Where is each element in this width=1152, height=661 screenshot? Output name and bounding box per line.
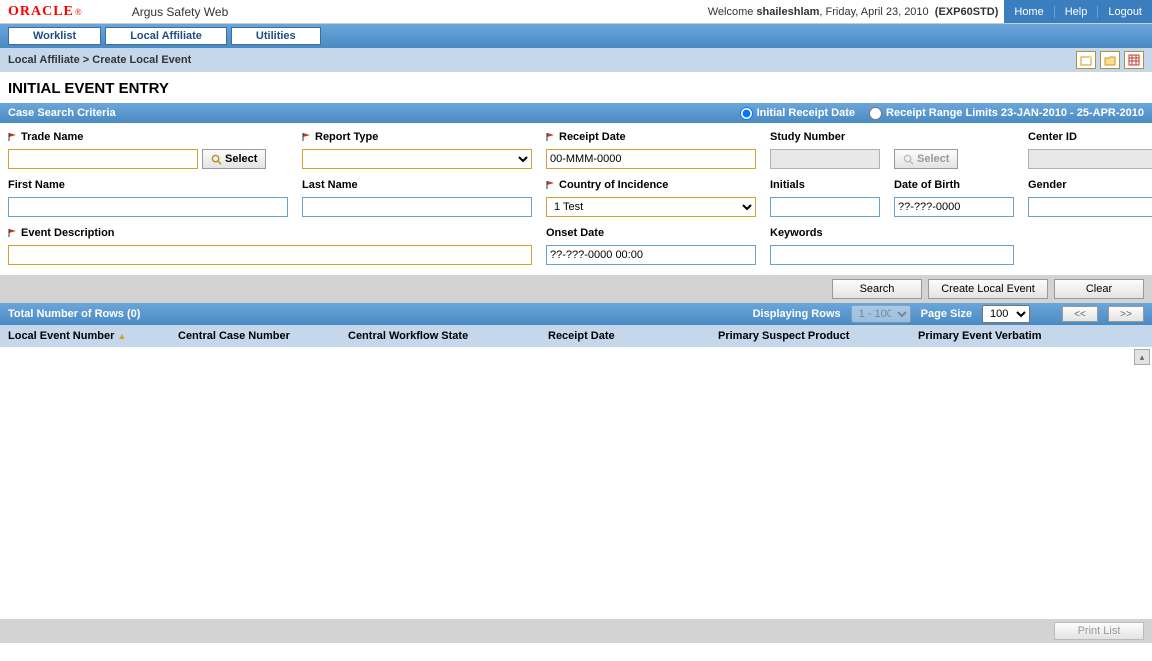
label-dob: Date of Birth [894,179,1014,191]
label-center-id: Center ID [1028,131,1152,143]
label-last-name: Last Name [302,179,532,191]
radio-initial-label: Initial Receipt Date [757,107,855,119]
help-link[interactable]: Help [1055,6,1099,18]
trade-name-select-button[interactable]: Select [202,149,266,169]
total-rows-label: Total Number of Rows (0) [8,308,140,320]
first-name-input[interactable] [8,197,288,217]
label-first-name: First Name [8,179,288,191]
col-receipt-date[interactable]: Receipt Date [548,330,718,342]
flag-icon [546,132,556,142]
open-icon[interactable] [1100,51,1120,69]
pager-prev-button[interactable]: << [1062,306,1098,322]
clear-button[interactable]: Clear [1054,279,1144,299]
tab-worklist[interactable]: Worklist [8,27,101,45]
footer-bar: Print List [0,619,1152,643]
displaying-rows-select: 1 - 100 [851,305,911,323]
oracle-text: ORACLE [8,4,74,20]
new-icon[interactable] [1076,51,1096,69]
sort-asc-icon: ▲ [117,331,126,341]
onset-date-input[interactable] [546,245,756,265]
breadcrumb: Local Affiliate > Create Local Event [8,54,191,66]
center-id-input [1028,149,1152,169]
form-area: Trade Name Report Type Receipt Date Stud… [0,123,1152,275]
welcome-text: Welcome shaileshlam, Friday, April 23, 2… [708,6,1005,18]
pager-next-button[interactable]: >> [1108,306,1144,322]
welcome-date: Friday, April 23, 2010 [826,6,929,18]
breadcrumb-bar: Local Affiliate > Create Local Event [0,48,1152,72]
page-title: INITIAL EVENT ENTRY [0,72,1152,103]
top-links: Home Help Logout [1004,0,1152,23]
col-verbatim[interactable]: Primary Event Verbatim [918,330,1132,342]
form-button-bar: Search Create Local Event Clear [0,275,1152,303]
menu-bar: Worklist Local Affiliate Utilities [0,24,1152,48]
label-study-number: Study Number [770,131,1014,143]
country-select[interactable]: 1 Test [546,197,756,217]
radio-receipt-range-input[interactable] [869,107,882,120]
last-name-input[interactable] [302,197,532,217]
radio-initial-receipt-input[interactable] [740,107,753,120]
radio-receipt-range[interactable]: Receipt Range Limits 23-JAN-2010 - 25-AP… [869,107,1144,120]
page-size-select[interactable]: 100 [982,305,1030,323]
col-suspect[interactable]: Primary Suspect Product [718,330,918,342]
receipt-date-input[interactable] [546,149,756,169]
label-report-type: Report Type [302,131,532,143]
grid-icon[interactable] [1124,51,1144,69]
label-onset-date: Onset Date [546,227,756,239]
study-number-input [770,149,880,169]
tab-local-affiliate[interactable]: Local Affiliate [105,27,227,45]
gender-select[interactable] [1028,197,1152,217]
welcome-prefix: Welcome [708,6,757,18]
flag-icon [8,132,18,142]
label-trade-name: Trade Name [8,131,288,143]
results-column-headers: Local Event Number▲ Central Case Number … [0,325,1152,347]
keywords-input[interactable] [770,245,1014,265]
label-event-desc: Event Description [8,227,532,239]
print-list-button: Print List [1054,622,1144,640]
col-central-case[interactable]: Central Case Number [178,330,348,342]
tab-utilities[interactable]: Utilities [231,27,321,45]
radio-range-label: Receipt Range Limits 23-JAN-2010 - 25-AP… [886,107,1144,119]
logout-link[interactable]: Logout [1098,6,1152,18]
label-keywords: Keywords [770,227,1014,239]
page-size-label: Page Size [921,308,972,320]
event-description-input[interactable] [8,245,532,265]
welcome-user: shaileshlam [756,6,819,18]
flag-icon [8,228,18,238]
top-header: ORACLE® Argus Safety Web Welcome shailes… [0,0,1152,24]
case-search-criteria-header: Case Search Criteria Initial Receipt Dat… [0,103,1152,123]
col-local-event[interactable]: Local Event Number▲ [8,330,178,342]
report-type-select[interactable] [302,149,532,169]
initials-input[interactable] [770,197,880,217]
displaying-rows-label: Displaying Rows [753,308,841,320]
flag-icon [302,132,312,142]
scroll-up-icon[interactable]: ▴ [1134,349,1150,365]
label-gender: Gender [1028,179,1152,191]
oracle-logo: ORACLE® [8,4,82,20]
col-workflow[interactable]: Central Workflow State [348,330,548,342]
study-number-select-button: Select [894,149,958,169]
dob-input[interactable] [894,197,1014,217]
welcome-env: (EXP60STD) [935,6,999,18]
home-link[interactable]: Home [1004,6,1054,18]
create-local-event-button[interactable]: Create Local Event [928,279,1048,299]
results-header: Total Number of Rows (0) Displaying Rows… [0,303,1152,325]
radio-initial-receipt[interactable]: Initial Receipt Date [740,107,855,120]
results-body: ▴ [0,347,1152,619]
label-country: Country of Incidence [546,179,756,191]
label-receipt-date: Receipt Date [546,131,756,143]
trade-name-input[interactable] [8,149,198,169]
flag-icon [546,180,556,190]
search-button[interactable]: Search [832,279,922,299]
label-initials: Initials [770,179,880,191]
oracle-dot: ® [75,7,82,17]
section-title: Case Search Criteria [8,107,116,119]
app-title: Argus Safety Web [132,5,229,19]
